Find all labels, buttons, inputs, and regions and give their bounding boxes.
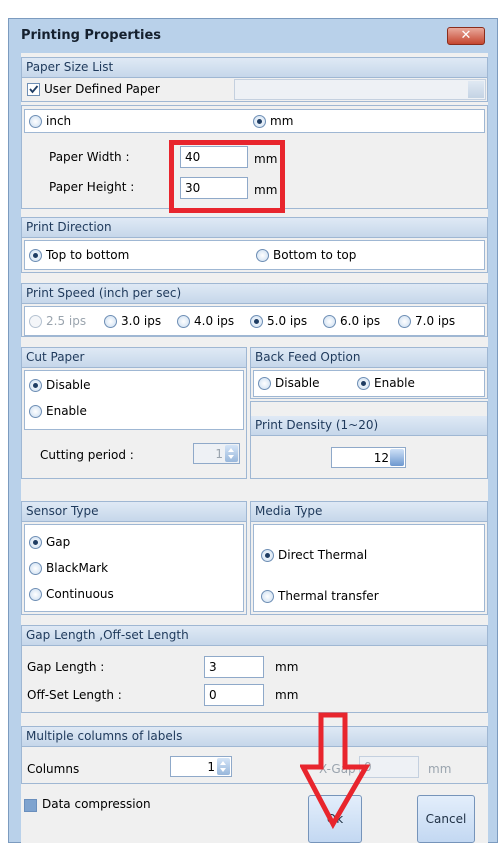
sensor-blackmark-radio[interactable] — [29, 562, 42, 575]
paper-width-label: Paper Width : — [49, 150, 130, 164]
gap-length-input[interactable]: 3 — [204, 656, 264, 678]
chevron-down-icon — [390, 449, 404, 466]
cutting-period-value: 1 — [215, 447, 223, 461]
close-button[interactable]: ✕ — [447, 27, 485, 45]
sensor-continuous-radio[interactable] — [29, 588, 42, 601]
sensor-continuous-label: Continuous — [46, 587, 114, 601]
unit-inch-label: inch — [46, 114, 72, 128]
cutting-period-spinner[interactable]: 1 — [193, 443, 240, 464]
speed-2-5-radio[interactable] — [29, 315, 42, 328]
close-icon: ✕ — [460, 28, 472, 43]
media-thermal-transfer-label: Thermal transfer — [278, 589, 379, 603]
gap-length-group: Gap Length ,Off-set Length Gap Length : … — [21, 625, 488, 713]
cutting-period-label: Cutting period : — [40, 448, 134, 462]
direction-top-to-bottom-label: Top to bottom — [46, 248, 130, 262]
checkmark-icon — [29, 85, 39, 94]
title-bar[interactable]: Printing Properties ✕ — [9, 19, 497, 52]
direction-top-to-bottom-radio[interactable] — [29, 249, 42, 262]
cut-paper-group: Cut Paper Disable Enable Cutting period … — [21, 347, 247, 479]
media-direct-thermal-radio[interactable] — [261, 549, 274, 562]
media-direct-thermal-label: Direct Thermal — [278, 548, 368, 562]
speed-4-0-label: 4.0 ips — [194, 314, 235, 328]
spinner-arrows-icon — [217, 758, 230, 775]
speed-6-0-label: 6.0 ips — [340, 314, 381, 328]
user-defined-checkbox[interactable] — [27, 83, 40, 96]
paper-height-label: Paper Height : — [49, 180, 135, 194]
speed-6-0-radio[interactable] — [323, 315, 336, 328]
cancel-button[interactable]: Cancel — [417, 795, 475, 843]
back-feed-header: Back Feed Option — [251, 348, 487, 368]
down-arrow-annotation — [300, 712, 371, 830]
direction-bottom-to-top-radio[interactable] — [256, 249, 269, 262]
data-compression-label: Data compression — [42, 797, 151, 811]
backfeed-enable-radio[interactable] — [357, 377, 370, 390]
print-density-select[interactable]: 12 — [331, 447, 406, 468]
paper-size-header: Paper Size List — [22, 58, 487, 78]
sensor-gap-label: Gap — [46, 535, 71, 549]
cut-enable-radio[interactable] — [29, 405, 42, 418]
speed-5-0-radio[interactable] — [250, 315, 263, 328]
columns-label: Columns — [27, 762, 80, 776]
gap-length-header: Gap Length ,Off-set Length — [22, 626, 487, 646]
unit-panel: inch mm — [24, 109, 485, 133]
columns-value: 1 — [207, 760, 215, 774]
unit-mm-radio[interactable] — [253, 115, 266, 128]
print-direction-group: Print Direction Top to bottom Bottom to … — [21, 217, 488, 273]
window-title: Printing Properties — [21, 28, 162, 43]
data-compression-checkbox[interactable] — [24, 799, 37, 812]
sensor-type-panel: Gap BlackMark Continuous — [24, 524, 244, 612]
columns-group: Multiple columns of labels Columns 1 X-G… — [21, 726, 488, 784]
columns-spinner[interactable]: 1 — [170, 756, 232, 777]
cut-paper-header: Cut Paper — [22, 348, 246, 368]
highlight-box-annotation — [169, 140, 285, 213]
media-thermal-transfer-radio[interactable] — [261, 590, 274, 603]
direction-bottom-to-top-label: Bottom to top — [273, 248, 357, 262]
unit-inch-radio[interactable] — [29, 115, 42, 128]
user-defined-label: User Defined Paper — [44, 82, 160, 96]
print-speed-group: Print Speed (inch per sec) 2.5 ips 3.0 i… — [21, 283, 488, 337]
sensor-gap-radio[interactable] — [29, 536, 42, 549]
speed-5-0-label: 5.0 ips — [267, 314, 308, 328]
sensor-blackmark-label: BlackMark — [46, 561, 109, 575]
speed-2-5-label: 2.5 ips — [46, 314, 87, 328]
cut-disable-label: Disable — [46, 378, 91, 392]
gap-length-label: Gap Length : — [27, 660, 105, 674]
media-type-header: Media Type — [251, 502, 487, 522]
spinner-arrows-icon — [225, 445, 238, 462]
chevron-down-icon — [468, 81, 484, 98]
back-feed-group: Back Feed Option Disable Enable — [250, 347, 488, 399]
cut-enable-label: Enable — [46, 404, 87, 418]
offset-length-unit: mm — [275, 688, 299, 702]
sensor-type-group: Sensor Type Gap BlackMark Continuous — [21, 501, 247, 615]
print-density-header: Print Density (1~20) — [251, 416, 487, 436]
sensor-type-header: Sensor Type — [22, 502, 246, 522]
speed-3-0-radio[interactable] — [104, 315, 117, 328]
gap-length-unit: mm — [275, 660, 299, 674]
unit-mm-label: mm — [270, 114, 294, 128]
print-direction-panel: Top to bottom Bottom to top — [24, 240, 485, 270]
speed-7-0-label: 7.0 ips — [415, 314, 456, 328]
cut-paper-panel: Disable Enable — [24, 370, 244, 430]
media-type-panel: Direct Thermal Thermal transfer — [253, 524, 485, 612]
print-direction-header: Print Direction — [22, 218, 487, 238]
back-feed-panel: Disable Enable — [253, 370, 485, 397]
speed-3-0-label: 3.0 ips — [121, 314, 162, 328]
print-density-value: 12 — [373, 451, 389, 465]
columns-header: Multiple columns of labels — [22, 727, 487, 747]
paper-size-select[interactable] — [234, 79, 486, 100]
speed-7-0-radio[interactable] — [398, 315, 411, 328]
paper-size-group: Paper Size List User Defined Paper — [21, 57, 488, 102]
print-speed-header: Print Speed (inch per sec) — [22, 284, 487, 304]
print-speed-panel: 2.5 ips 3.0 ips 4.0 ips 5.0 ips 6.0 ips … — [24, 306, 485, 336]
backfeed-enable-label: Enable — [374, 376, 415, 390]
print-density-group: Print Density (1~20) 12 — [250, 401, 488, 479]
offset-length-label: Off-Set Length : — [27, 688, 122, 702]
backfeed-disable-label: Disable — [275, 376, 320, 390]
xgap-unit: mm — [428, 762, 452, 776]
media-type-group: Media Type Direct Thermal Thermal transf… — [250, 501, 488, 615]
offset-length-input[interactable]: 0 — [204, 684, 264, 706]
speed-4-0-radio[interactable] — [177, 315, 190, 328]
cut-disable-radio[interactable] — [29, 379, 42, 392]
backfeed-disable-radio[interactable] — [258, 377, 271, 390]
